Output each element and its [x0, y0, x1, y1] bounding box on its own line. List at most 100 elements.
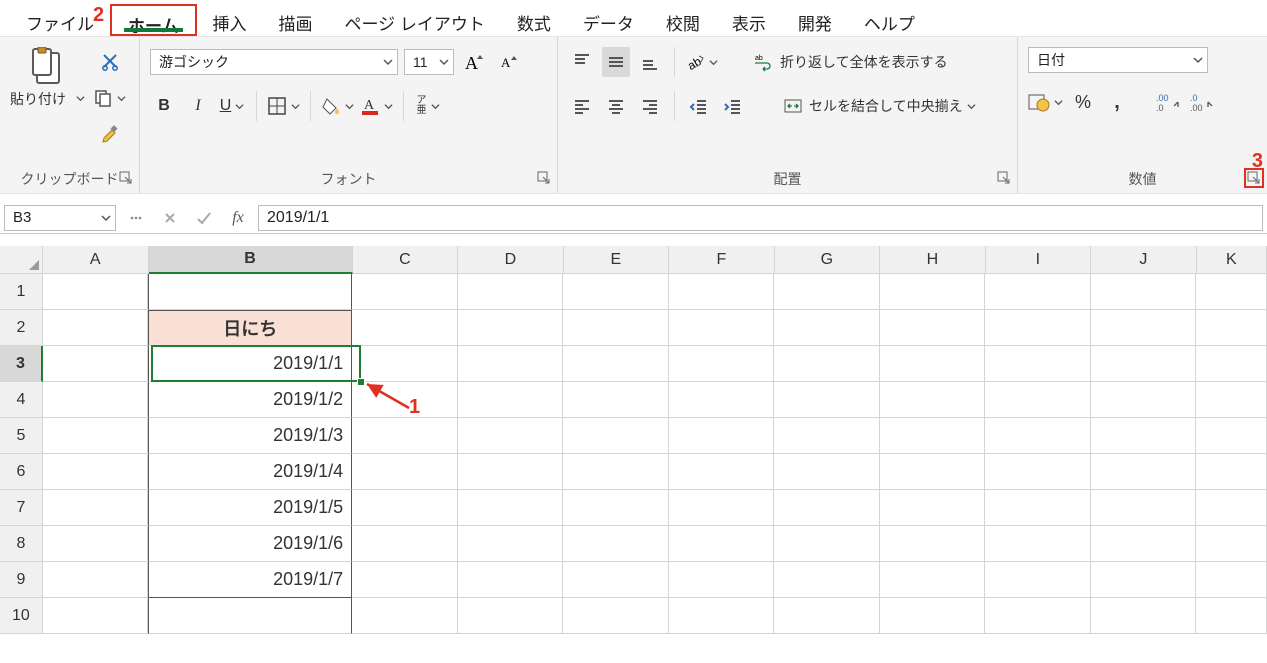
- cell-G1[interactable]: [774, 274, 880, 310]
- menu-挿入[interactable]: 挿入: [197, 4, 263, 36]
- select-all-corner[interactable]: [0, 246, 43, 274]
- cell-A10[interactable]: [43, 598, 149, 634]
- cell-I1[interactable]: [985, 274, 1091, 310]
- cell-A1[interactable]: [43, 274, 149, 310]
- cell-D10[interactable]: [458, 598, 564, 634]
- menu-ファイル[interactable]: ファイル: [10, 4, 110, 36]
- cell-G3[interactable]: [774, 346, 880, 382]
- row-header-2[interactable]: 2: [0, 310, 43, 346]
- cell-K10[interactable]: [1196, 598, 1267, 634]
- cell-F7[interactable]: [669, 490, 775, 526]
- number-launcher[interactable]: [1245, 169, 1263, 187]
- cell-B7[interactable]: 2019/1/5: [148, 490, 352, 526]
- percent-button[interactable]: %: [1069, 87, 1097, 117]
- cell-E6[interactable]: [563, 454, 669, 490]
- cell-J8[interactable]: [1091, 526, 1197, 562]
- menu-ページ レイアウト[interactable]: ページ レイアウト: [329, 4, 501, 36]
- cell-B1[interactable]: [148, 274, 352, 310]
- cell-F8[interactable]: [669, 526, 775, 562]
- row-header-6[interactable]: 6: [0, 454, 43, 490]
- cell-F10[interactable]: [669, 598, 775, 634]
- col-header-C[interactable]: C: [353, 246, 459, 274]
- cell-B2[interactable]: 日にち: [148, 310, 352, 346]
- cell-K8[interactable]: [1196, 526, 1267, 562]
- font-launcher[interactable]: [535, 169, 553, 187]
- cell-C8[interactable]: [352, 526, 458, 562]
- cell-K5[interactable]: [1196, 418, 1267, 454]
- cell-D5[interactable]: [458, 418, 564, 454]
- menu-ヘルプ[interactable]: ヘルプ: [848, 4, 931, 36]
- cell-F3[interactable]: [669, 346, 775, 382]
- cut-button[interactable]: [93, 47, 126, 77]
- col-header-A[interactable]: A: [43, 246, 149, 274]
- cell-D6[interactable]: [458, 454, 564, 490]
- cell-G8[interactable]: [774, 526, 880, 562]
- cell-I3[interactable]: [985, 346, 1091, 382]
- cell-F4[interactable]: [669, 382, 775, 418]
- increase-indent-button[interactable]: [719, 91, 747, 121]
- cell-D8[interactable]: [458, 526, 564, 562]
- cell-G4[interactable]: [774, 382, 880, 418]
- formula-input[interactable]: 2019/1/1: [258, 205, 1263, 231]
- cell-B4[interactable]: 2019/1/2: [148, 382, 352, 418]
- cell-B8[interactable]: 2019/1/6: [148, 526, 352, 562]
- align-center-button[interactable]: [602, 91, 630, 121]
- cell-J9[interactable]: [1091, 562, 1197, 598]
- wrap-text-button[interactable]: ab 折り返して全体を表示する: [748, 47, 954, 77]
- borders-button[interactable]: [267, 91, 300, 121]
- cell-B10[interactable]: [148, 598, 352, 634]
- menu-描画[interactable]: 描画: [263, 4, 329, 36]
- row-header-9[interactable]: 9: [0, 562, 43, 598]
- menu-データ[interactable]: データ: [567, 4, 650, 36]
- cell-E9[interactable]: [563, 562, 669, 598]
- copy-button[interactable]: [93, 83, 126, 113]
- cell-C6[interactable]: [352, 454, 458, 490]
- row-header-8[interactable]: 8: [0, 526, 43, 562]
- cell-H4[interactable]: [880, 382, 986, 418]
- cell-D1[interactable]: [458, 274, 564, 310]
- decrease-decimal-button[interactable]: .0.00: [1189, 87, 1217, 117]
- cell-B9[interactable]: 2019/1/7: [148, 562, 352, 598]
- cell-K6[interactable]: [1196, 454, 1267, 490]
- cell-K2[interactable]: [1196, 310, 1267, 346]
- cell-E7[interactable]: [563, 490, 669, 526]
- cell-I5[interactable]: [985, 418, 1091, 454]
- cell-A5[interactable]: [43, 418, 149, 454]
- cell-A9[interactable]: [43, 562, 149, 598]
- cell-F5[interactable]: [669, 418, 775, 454]
- phonetic-button[interactable]: ア 亜: [414, 91, 442, 121]
- cell-E8[interactable]: [563, 526, 669, 562]
- increase-font-button[interactable]: A: [460, 47, 488, 77]
- col-header-D[interactable]: D: [458, 246, 564, 274]
- cell-A6[interactable]: [43, 454, 149, 490]
- cell-I7[interactable]: [985, 490, 1091, 526]
- cell-C3[interactable]: [352, 346, 458, 382]
- cell-E4[interactable]: [563, 382, 669, 418]
- col-header-K[interactable]: K: [1197, 246, 1267, 274]
- cell-J10[interactable]: [1091, 598, 1197, 634]
- cell-C2[interactable]: [352, 310, 458, 346]
- cell-D2[interactable]: [458, 310, 564, 346]
- align-bottom-button[interactable]: [636, 47, 664, 77]
- cell-G5[interactable]: [774, 418, 880, 454]
- cell-H9[interactable]: [880, 562, 986, 598]
- clipboard-launcher[interactable]: [117, 169, 135, 187]
- col-header-H[interactable]: H: [880, 246, 986, 274]
- cell-E5[interactable]: [563, 418, 669, 454]
- menu-表示[interactable]: 表示: [716, 4, 782, 36]
- menu-ホーム[interactable]: ホーム: [110, 4, 197, 36]
- cell-J4[interactable]: [1091, 382, 1197, 418]
- cell-F2[interactable]: [669, 310, 775, 346]
- cell-C10[interactable]: [352, 598, 458, 634]
- number-format-combo[interactable]: 日付: [1028, 47, 1208, 73]
- cell-H5[interactable]: [880, 418, 986, 454]
- cell-G10[interactable]: [774, 598, 880, 634]
- col-header-E[interactable]: E: [564, 246, 670, 274]
- paste-button[interactable]: 貼り付け: [10, 47, 85, 109]
- cell-C9[interactable]: [352, 562, 458, 598]
- orientation-button[interactable]: ab: [685, 47, 718, 77]
- comma-button[interactable]: ,: [1103, 87, 1131, 117]
- cell-D4[interactable]: [458, 382, 564, 418]
- cell-E3[interactable]: [563, 346, 669, 382]
- cell-C7[interactable]: [352, 490, 458, 526]
